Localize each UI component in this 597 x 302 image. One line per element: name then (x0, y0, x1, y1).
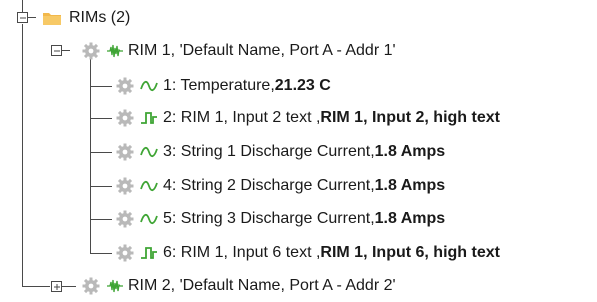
collapse-toggle-rims[interactable] (17, 12, 28, 23)
tree-node-label: RIM 1, 'Default Name, Port A - Addr 1' (128, 42, 396, 59)
tree-connector (90, 219, 112, 220)
digital-pulse-icon (141, 247, 157, 259)
channel-label: 1: Temperature, (163, 77, 275, 94)
channel-label: 5: String 3 Discharge Current, (163, 210, 375, 227)
signal-activity-icon (107, 279, 123, 293)
folder-icon (43, 13, 61, 25)
channel-label: 2: RIM 1, Input 2 text , (163, 109, 321, 126)
analog-wave-icon (140, 146, 158, 158)
gear-icon (82, 277, 100, 295)
collapse-toggle-rim-1[interactable] (51, 45, 62, 56)
gear-icon (116, 143, 134, 161)
tree-connector (22, 0, 23, 12)
channel-value: 1.8 Amps (374, 143, 446, 160)
channel-value: 1.8 Amps (374, 210, 446, 227)
expand-toggle-rim-2[interactable] (51, 281, 62, 292)
tree-connector (90, 186, 112, 187)
tree-connector (90, 86, 112, 87)
tree-node-rim-1[interactable]: RIM 1, 'Default Name, Port A - Addr 1' (82, 36, 396, 66)
channel-value: 21.23 C (274, 77, 331, 94)
signal-activity-icon (107, 44, 123, 58)
tree-connector (90, 152, 112, 153)
channel-value: RIM 1, Input 6, high text (320, 244, 500, 261)
analog-wave-icon (140, 180, 158, 192)
tree-node-rims[interactable]: RIMs (2) (42, 3, 130, 33)
minus-icon (54, 50, 60, 52)
channel-label: 6: RIM 1, Input 6 text , (163, 244, 321, 261)
tree-node-label: RIM 2, 'Default Name, Port A - Addr 2' (128, 277, 396, 294)
tree-node-rim-2[interactable]: RIM 2, 'Default Name, Port A - Addr 2' (82, 271, 396, 301)
gear-icon (82, 42, 100, 60)
tree-node-channel-3[interactable]: 3: String 1 Discharge Current, 1.8 Amps (116, 137, 445, 167)
tree-node-channel-1[interactable]: 1: Temperature, 21.23 C (116, 71, 331, 101)
channel-label: 4: String 2 Discharge Current, (163, 177, 375, 194)
analog-wave-icon (140, 213, 158, 225)
tree-connector (22, 286, 50, 287)
channel-value: 1.8 Amps (374, 177, 446, 194)
channel-label: 3: String 1 Discharge Current, (163, 143, 375, 160)
tree-node-channel-2[interactable]: 2: RIM 1, Input 2 text , RIM 1, Input 2,… (116, 103, 500, 133)
channel-value: RIM 1, Input 2, high text (320, 109, 500, 126)
gear-icon (116, 177, 134, 195)
tree-node-channel-6[interactable]: 6: RIM 1, Input 6 text , RIM 1, Input 6,… (116, 238, 500, 268)
device-tree: RIMs (2) RIM 1, 'Default Name, Port A - … (0, 0, 597, 302)
analog-wave-icon (140, 80, 158, 92)
tree-node-label: RIMs (2) (69, 9, 131, 26)
tree-connector (90, 58, 91, 254)
gear-icon (116, 244, 134, 262)
tree-connector (22, 24, 23, 286)
plus-icon (54, 284, 60, 290)
gear-icon (116, 210, 134, 228)
tree-connector (90, 253, 112, 254)
digital-pulse-icon (141, 112, 157, 124)
tree-node-channel-5[interactable]: 5: String 3 Discharge Current, 1.8 Amps (116, 204, 445, 234)
gear-icon (116, 77, 134, 95)
tree-node-channel-4[interactable]: 4: String 2 Discharge Current, 1.8 Amps (116, 171, 445, 201)
tree-connector (62, 286, 76, 287)
gear-icon (116, 109, 134, 127)
tree-connector (28, 17, 36, 18)
minus-icon (20, 17, 26, 19)
tree-connector (90, 118, 112, 119)
